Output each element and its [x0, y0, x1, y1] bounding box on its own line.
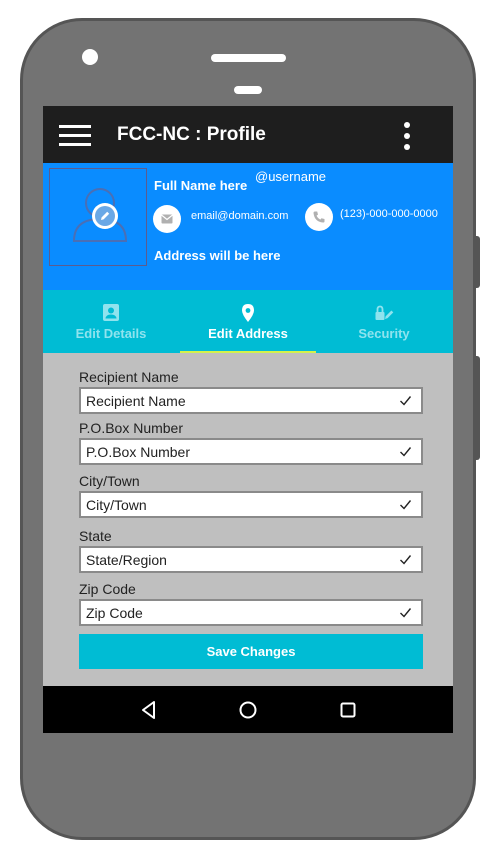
city-town-label: City/Town — [79, 473, 140, 489]
tab-bar: Edit Details Edit Address Security — [43, 290, 453, 353]
avatar[interactable] — [49, 168, 147, 266]
zip-code-label: Zip Code — [79, 581, 136, 597]
lock-pen-icon — [375, 305, 394, 320]
state-field[interactable] — [79, 546, 423, 573]
city-town-input[interactable] — [86, 495, 386, 515]
profile-header: Full Name here @username email@domain.co… — [43, 163, 453, 290]
address-form: Recipient Name P.O.Box Number City/Town … — [43, 353, 453, 686]
earpiece-speaker — [211, 54, 286, 62]
city-town-field[interactable] — [79, 491, 423, 518]
map-pin-icon — [242, 304, 254, 322]
volume-button — [474, 236, 480, 288]
check-icon — [400, 447, 412, 457]
po-box-input[interactable] — [86, 442, 386, 462]
check-icon — [400, 608, 412, 618]
check-icon — [400, 500, 412, 510]
power-button — [474, 356, 480, 460]
app-bar: FCC-NC : Profile — [43, 106, 453, 163]
recipient-name-label: Recipient Name — [79, 369, 179, 385]
username: @username — [255, 169, 327, 184]
state-input[interactable] — [86, 550, 386, 570]
zip-code-input[interactable] — [86, 603, 386, 623]
full-name: Full Name here — [154, 178, 248, 193]
address-text: Address will be here — [154, 248, 281, 263]
home-icon[interactable] — [236, 698, 260, 722]
po-box-label: P.O.Box Number — [79, 420, 184, 436]
tab-edit-details[interactable]: Edit Details — [43, 290, 179, 353]
more-vertical-icon[interactable] — [399, 120, 415, 152]
tab-edit-address[interactable]: Edit Address — [180, 290, 316, 353]
app-title: FCC-NC : Profile — [117, 124, 266, 145]
check-icon — [400, 555, 412, 565]
phone-text: (123)-000-000-0000 — [340, 208, 438, 220]
recents-icon[interactable] — [336, 698, 360, 722]
state-label: State — [79, 528, 112, 544]
recipient-name-input[interactable] — [86, 391, 386, 411]
tab-label: Security — [358, 326, 410, 341]
system-nav-bar — [43, 686, 453, 733]
hamburger-icon[interactable] — [59, 125, 91, 147]
avatar-edit-button[interactable] — [92, 203, 118, 229]
po-box-field[interactable] — [79, 438, 423, 465]
tab-label: Edit Address — [208, 326, 288, 341]
check-icon — [400, 396, 412, 406]
recipient-name-field[interactable] — [79, 387, 423, 414]
save-changes-button[interactable]: Save Changes — [79, 634, 423, 669]
zip-code-field[interactable] — [79, 599, 423, 626]
mail-icon[interactable] — [153, 205, 181, 233]
proximity-sensor — [234, 86, 262, 94]
tab-label: Edit Details — [75, 326, 147, 341]
back-icon[interactable] — [137, 698, 161, 722]
screen: FCC-NC : Profile Full Name here @usernam… — [43, 106, 453, 733]
front-camera — [82, 49, 98, 65]
phone-icon[interactable] — [305, 203, 333, 231]
tab-security[interactable]: Security — [316, 290, 452, 353]
id-card-icon — [103, 304, 119, 321]
email-text: email@domain.com — [191, 210, 289, 222]
pencil-icon — [101, 211, 110, 220]
